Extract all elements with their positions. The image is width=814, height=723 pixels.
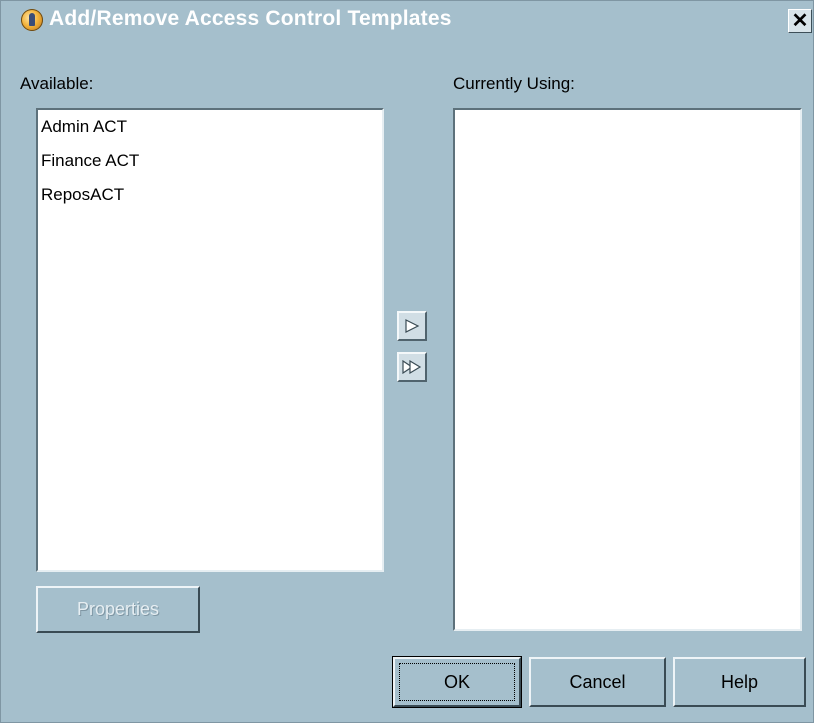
cancel-button-label: Cancel (569, 671, 626, 692)
window-title: Add/Remove Access Control Templates (49, 7, 452, 30)
ok-button[interactable]: OK (392, 656, 522, 708)
focus-rect (399, 663, 515, 701)
help-button-label: Help (720, 671, 759, 692)
help-button[interactable]: Help (673, 657, 806, 707)
list-item[interactable]: Admin ACT (38, 110, 382, 144)
close-button[interactable]: ✕ (788, 9, 812, 33)
list-item[interactable]: Finance ACT (38, 144, 382, 178)
currently-using-list[interactable] (453, 108, 802, 631)
single-right-arrow-icon (405, 319, 420, 333)
sas-app-icon (21, 9, 43, 31)
available-label: Available: (20, 74, 94, 93)
add-remove-act-dialog: Add/Remove Access Control Templates ✕ Av… (0, 0, 814, 723)
available-list[interactable]: Admin ACT Finance ACT ReposACT (36, 108, 384, 572)
double-right-arrow-icon (402, 360, 422, 374)
list-item[interactable]: ReposACT (38, 178, 382, 212)
title-bar[interactable]: Add/Remove Access Control Templates ✕ (1, 1, 813, 41)
properties-button-label: Properties (76, 599, 160, 619)
close-icon: ✕ (791, 10, 809, 32)
properties-button[interactable]: Properties (36, 586, 200, 633)
move-all-button[interactable] (397, 352, 427, 382)
cancel-button[interactable]: Cancel (529, 657, 666, 707)
currently-using-label: Currently Using: (453, 74, 575, 93)
move-selected-button[interactable] (397, 311, 427, 341)
